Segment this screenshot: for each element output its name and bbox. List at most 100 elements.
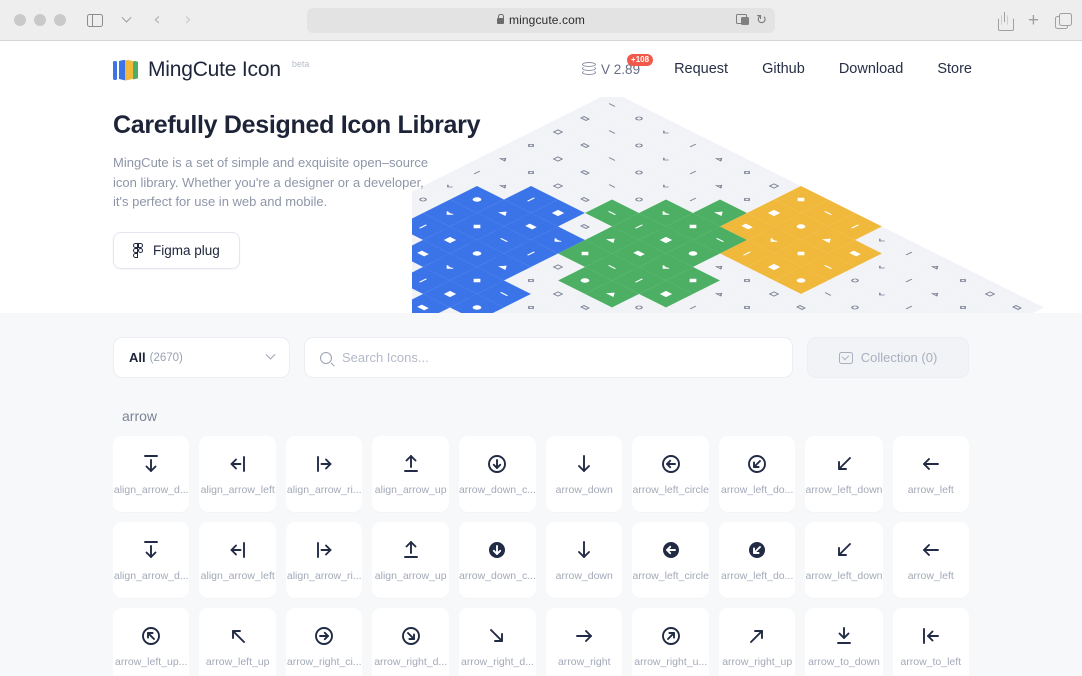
new-tab-icon[interactable]: + [1028,11,1039,30]
page-title: Carefully Designed Icon Library [113,111,481,139]
address-bar-actions: ↻ [736,13,767,28]
icon-card[interactable]: arrow_to_left [892,608,969,676]
sidebar-dropdown-button[interactable] [113,8,139,32]
icon-card[interactable]: arrow_left [892,522,969,598]
icon-card[interactable]: arrow_down [546,436,623,512]
arrow-right-up-circle-icon [660,625,682,647]
reload-icon[interactable]: ↻ [756,13,767,28]
icon-card[interactable]: arrow_right_ci... [285,608,363,676]
icon-card[interactable]: arrow_left_circle [632,522,709,598]
icon-card[interactable]: arrow_left_down [805,522,883,598]
search-field-wrapper[interactable] [304,337,793,378]
icon-card[interactable]: arrow_to_down [805,608,883,676]
icon-card-label: align_arrow_d... [113,483,189,496]
nav-item-github[interactable]: Github [762,61,805,77]
icon-card[interactable]: align_arrow_up [372,522,449,598]
arrow-down-icon [573,453,595,475]
icon-card[interactable]: align_arrow_left [199,436,276,512]
lock-icon [497,14,505,24]
hero-copy: Carefully Designed Icon Library MingCute… [113,97,969,269]
search-icon [320,351,332,364]
icon-card-label: align_arrow_up [374,483,447,496]
icon-card[interactable]: align_arrow_ri... [285,522,363,598]
arrow-left-up-circle-icon [140,625,162,647]
close-window-button[interactable] [14,14,26,26]
icon-card-label: arrow_right_up [722,655,793,668]
browser-window: ‹ › mingcute.com ↻ + MingCute Icon beta … [0,0,1082,676]
arrow-left-up-icon [227,625,249,647]
icon-card[interactable]: align_arrow_left [199,522,276,598]
collection-button[interactable]: Collection (0) [807,337,969,378]
arrow-left-icon [920,453,942,475]
icon-card-label: arrow_right_u... [634,655,708,668]
arrow-right-down-circle-icon [400,625,422,647]
icon-card-label: arrow_down_c... [458,483,536,496]
category-filter-select[interactable]: All (2670) [113,337,290,378]
icon-card[interactable]: align_arrow_up [372,436,449,512]
hero-description: MingCute is a set of simple and exquisit… [113,155,429,209]
sidebar-toggle-button[interactable] [82,8,108,32]
icon-card[interactable]: align_arrow_d... [113,522,190,598]
icon-card[interactable]: arrow_left_do... [718,522,796,598]
figma-plugin-button[interactable]: Figma plug [113,231,240,269]
icon-card-label: arrow_left_do... [721,483,794,496]
nav-item-store[interactable]: Store [937,61,972,77]
maximize-window-button[interactable] [54,14,66,26]
icon-card[interactable]: arrow_left_down [805,436,883,512]
align-arrow-down-icon [140,453,162,475]
category-heading: arrow [122,408,158,424]
icon-card-label: arrow_left_up [205,655,270,668]
icon-card-label: arrow_left_circle [632,569,709,582]
icon-browser-section: All (2670) Collection (0) arrow align_ar… [0,313,1082,676]
icon-card-label: arrow_right [557,655,611,668]
icon-card-label: align_arrow_ri... [286,483,362,496]
icon-card-label: arrow_to_left [900,655,962,668]
icon-card[interactable]: arrow_right_d... [372,608,449,676]
forward-button[interactable]: › [175,8,201,32]
icon-card[interactable]: arrow_left_do... [718,436,796,512]
icon-card-label: arrow_left_down [805,569,883,582]
icon-card[interactable]: arrow_down_c... [458,522,536,598]
icon-card[interactable]: arrow_left_up... [113,608,190,676]
icon-card-label: align_arrow_d... [113,569,189,582]
minimize-window-button[interactable] [34,14,46,26]
icon-card-label: arrow_right_d... [374,655,448,668]
address-bar[interactable]: mingcute.com ↻ [307,7,775,33]
icon-card[interactable]: arrow_left [892,436,969,512]
arrow-down-icon [573,539,595,561]
icon-card[interactable]: arrow_right_u... [632,608,709,676]
translate-icon[interactable] [736,14,750,26]
icon-card[interactable]: arrow_left_circle [632,436,709,512]
filter-controls: All (2670) Collection (0) [113,313,969,378]
mingcute-logo-icon [113,59,139,82]
arrow-right-circle-icon [313,625,335,647]
back-button[interactable]: ‹ [144,8,170,32]
arrow-to-down-icon [833,625,855,647]
align-arrow-up-icon [400,539,422,561]
icon-card[interactable]: arrow_right_d... [458,608,536,676]
icon-card[interactable]: arrow_down_c... [458,436,536,512]
window-traffic-lights [14,14,66,26]
hero-section: Carefully Designed Icon Library MingCute… [0,97,1082,313]
chevron-down-icon [265,349,276,360]
share-icon[interactable] [997,11,1014,31]
url-text: mingcute.com [509,13,585,27]
nav-item-download[interactable]: Download [839,61,904,77]
icon-card[interactable]: arrow_down [546,522,623,598]
icon-card-label: arrow_down [555,569,613,582]
icon-card-label: arrow_left_circle [632,483,709,496]
icon-card[interactable]: align_arrow_ri... [285,436,363,512]
icon-card[interactable]: arrow_right [546,608,623,676]
search-input[interactable] [342,350,777,365]
main-navigation: V 2.89 +108 Request Github Download Stor… [582,53,972,77]
version-indicator[interactable]: V 2.89 +108 [582,53,654,77]
icon-card[interactable]: arrow_left_up [199,608,276,676]
icon-card-label: align_arrow_up [374,569,447,582]
brand-logo-link[interactable]: MingCute Icon beta [113,56,309,83]
icon-card[interactable]: arrow_right_up [718,608,796,676]
align-arrow-down-icon [140,539,162,561]
tab-overview-icon[interactable] [1055,12,1072,29]
nav-item-request[interactable]: Request [674,61,728,77]
figma-icon [133,242,144,258]
icon-card[interactable]: align_arrow_d... [113,436,190,512]
